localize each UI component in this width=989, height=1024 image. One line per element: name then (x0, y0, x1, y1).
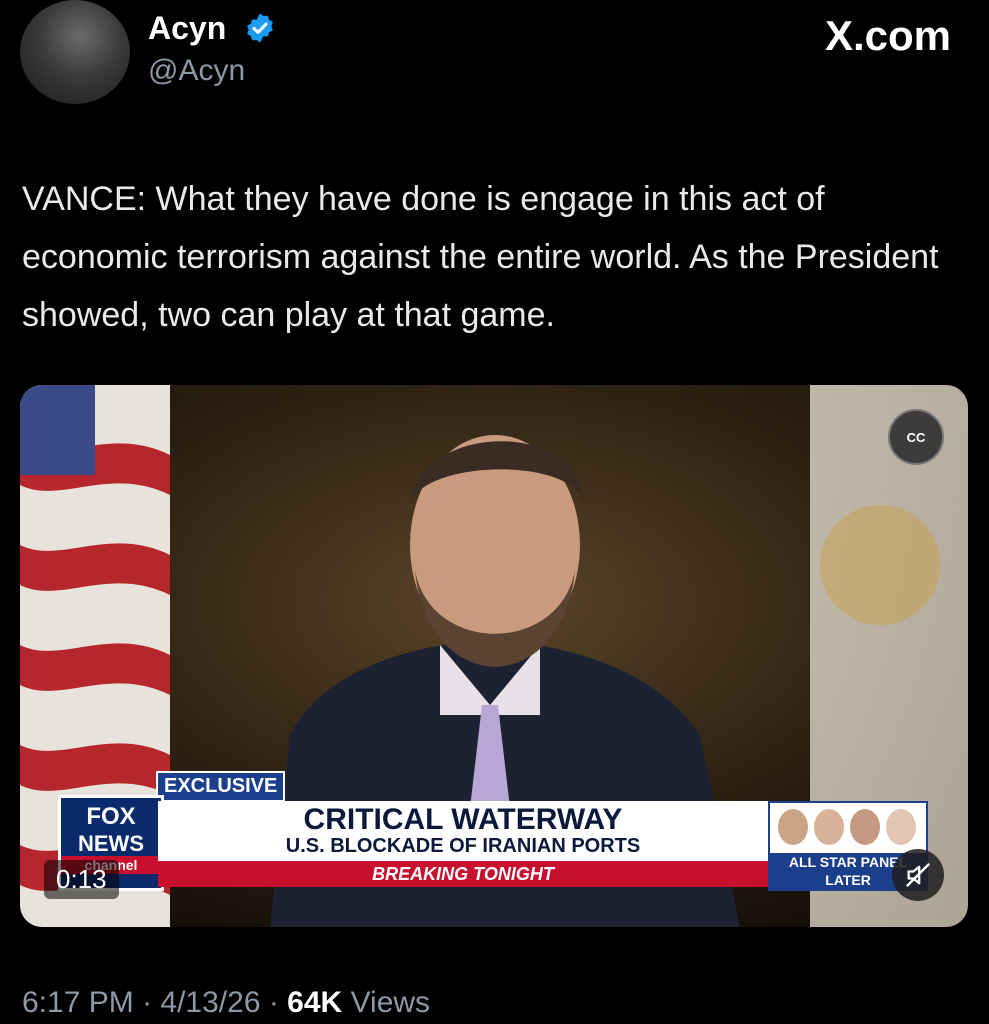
mute-button[interactable] (892, 849, 944, 901)
cc-label: CC (906, 429, 926, 445)
closed-captions-button[interactable]: CC (888, 409, 944, 465)
verified-badge-icon (247, 13, 273, 43)
logo-mid: NEWS (78, 831, 144, 856)
tweet-time[interactable]: 6:17 PM (22, 986, 134, 1019)
video-player[interactable]: CC EXCLUSIVE FOX NEWS channel CRITICAL W… (20, 385, 968, 927)
views-label: Views (350, 986, 431, 1019)
panel-avatars (778, 809, 916, 845)
tweet-date[interactable]: 4/13/26 (160, 986, 260, 1019)
breaking-strip: BREAKING TONIGHT (158, 861, 768, 887)
author-name[interactable]: Acyn (148, 10, 226, 47)
brand-watermark: X.com (824, 12, 951, 59)
lower-third: EXCLUSIVE FOX NEWS channel CRITICAL WATE… (20, 771, 968, 901)
subheadline: U.S. BLOCKADE OF IRANIAN PORTS (285, 835, 641, 857)
exclusive-tag: EXCLUSIVE (156, 771, 286, 802)
speaker-muted-icon (906, 863, 930, 887)
author-avatar[interactable] (20, 0, 130, 104)
author-handle[interactable]: @Acyn (148, 54, 245, 88)
tweet-text: VANCE: What they have done is engage in … (22, 180, 939, 334)
video-duration: 0:13 (44, 860, 119, 899)
headline: CRITICAL WATERWAY (303, 803, 623, 836)
tweet-meta: 6:17 PM · 4/13/26 · 64K Views (22, 986, 431, 1019)
views-count: 64K (287, 986, 343, 1019)
headline-banner: CRITICAL WATERWAY U.S. BLOCKADE OF IRANI… (158, 801, 768, 887)
logo-top: FOX (86, 803, 136, 830)
